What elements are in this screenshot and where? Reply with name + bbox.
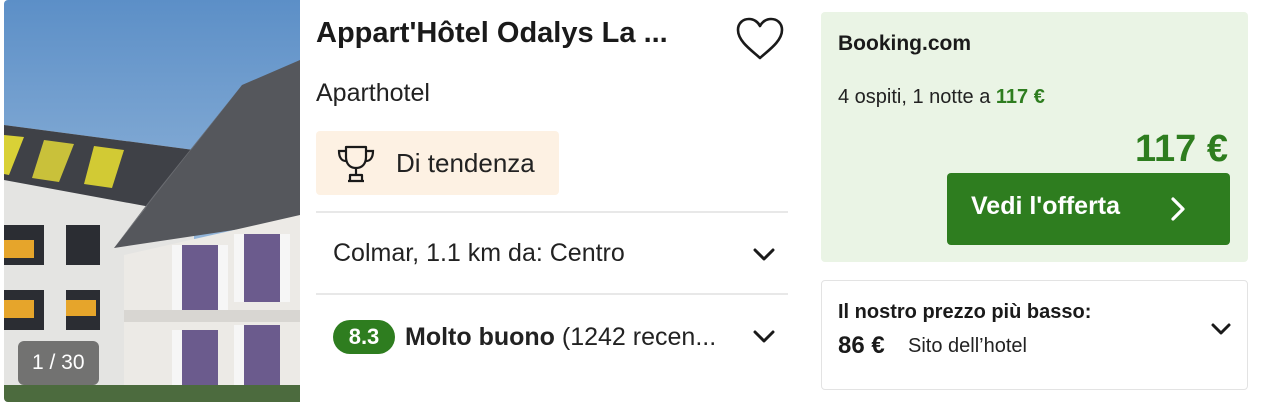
trophy-icon (336, 143, 376, 185)
chevron-down-icon[interactable] (1209, 317, 1233, 341)
rating-label: Molto buono (405, 323, 555, 351)
offer-panel: Booking.com 4 ospiti, 1 notte a 117 € 11… (821, 12, 1248, 262)
rating-score-badge: 8.3 (333, 320, 395, 354)
guests-price: 117 € (995, 86, 1045, 108)
guests-info: 4 ospiti, 1 notte a 117 € (838, 86, 1045, 109)
property-type: Aparthotel (316, 79, 430, 107)
lowest-price-label: Il nostro prezzo più basso: (838, 301, 1092, 323)
hotel-title[interactable]: Appart'Hôtel Odalys La ... (316, 14, 716, 52)
trend-badge: Di tendenza (316, 131, 559, 195)
hotel-photo[interactable]: 1 / 30 (4, 0, 300, 402)
rating-row[interactable]: 8.3 Molto buono (1242 recen... (316, 295, 788, 375)
location-text: Colmar, 1.1 km da: Centro (333, 239, 625, 267)
trend-label: Di tendenza (396, 148, 535, 178)
view-offer-label: Vedi l'offerta (971, 192, 1121, 220)
rating-reviews: (1242 recen... (554, 323, 717, 351)
provider-name: Booking.com (838, 32, 972, 55)
location-row[interactable]: Colmar, 1.1 km da: Centro (316, 213, 788, 293)
heart-icon[interactable] (734, 16, 786, 62)
chevron-right-icon (1164, 195, 1190, 223)
chevron-down-icon[interactable] (750, 322, 778, 350)
lowest-price-source: Sito dell’hotel (908, 335, 1027, 357)
view-offer-button[interactable]: Vedi l'offerta (947, 173, 1230, 245)
photo-counter: 1 / 30 (18, 341, 99, 385)
guests-text: 4 ospiti, 1 notte a (838, 86, 996, 108)
rating-text: Molto buono (1242 recen... (405, 320, 735, 354)
offer-price: 117 € (1135, 128, 1228, 170)
lowest-price-value: 86 € (838, 332, 885, 359)
chevron-down-icon[interactable] (750, 240, 778, 268)
lowest-price-box[interactable]: Il nostro prezzo più basso: 86 € Sito de… (821, 280, 1248, 390)
